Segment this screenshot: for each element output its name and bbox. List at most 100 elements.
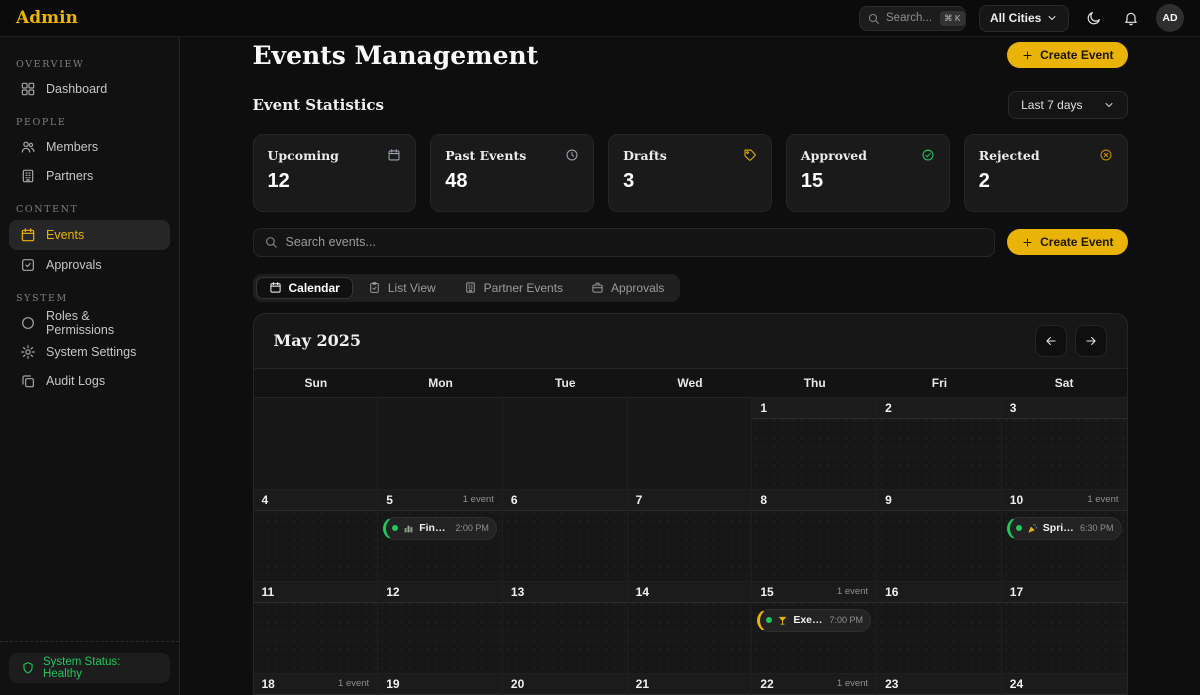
search-icon	[867, 12, 880, 25]
calendar-cell-12[interactable]: 12	[378, 582, 503, 674]
calendar-cell-9[interactable]: 9	[877, 490, 1002, 582]
status-dot-icon	[1016, 525, 1022, 531]
approvals-briefcase-icon	[591, 281, 604, 294]
calendar-cell-1[interactable]: 1	[752, 398, 877, 490]
calendar-cell-header: 15 1 event	[752, 582, 876, 603]
calendar-cell-17[interactable]: 17	[1002, 582, 1127, 674]
brand-logo[interactable]: Admin	[16, 8, 78, 28]
notifications-button[interactable]	[1119, 6, 1143, 30]
calendar-cell-header: 24	[1002, 674, 1127, 695]
sidebar-item-roles-permissions[interactable]: Roles & Permissions	[9, 309, 170, 337]
stat-card-label: Approved	[801, 148, 867, 163]
date-number: 24	[1010, 677, 1023, 691]
event-pill[interactable]: Spring Fas...6:30 PM	[1007, 517, 1122, 540]
calendar-cell-header: 19	[378, 674, 502, 695]
stat-card-label: Rejected	[979, 148, 1040, 163]
calendar-cell-2[interactable]: 2	[877, 398, 1002, 490]
sidebar-item-label: Events	[46, 228, 84, 242]
sidebar-nav: OverviewDashboardPeopleMembersPartnersCo…	[0, 45, 179, 396]
calendar-cell-18[interactable]: 181 eventWellness...9:00 AM	[254, 674, 379, 695]
calendar-cell-23[interactable]: 23	[877, 674, 1002, 695]
calendar-cell-21[interactable]: 21	[628, 674, 753, 695]
calendar-cell-15[interactable]: 15 1 event Executive ...7:00 PM	[752, 582, 877, 674]
calendar-nav	[1035, 325, 1107, 357]
calendar-cell-8[interactable]: 8	[752, 490, 877, 582]
create-event-button[interactable]: Create Event	[1007, 42, 1127, 68]
sidebar-item-partners[interactable]: Partners	[9, 162, 170, 190]
calendar-cell-header: 181 event	[254, 674, 378, 695]
sidebar-item-label: Dashboard	[46, 82, 107, 96]
weekday-header: Sun	[254, 369, 379, 397]
calendar-cell-11[interactable]: 11	[254, 582, 379, 674]
theme-toggle-button[interactable]	[1082, 6, 1106, 30]
topbar: Admin ⌘ K All Cities AD	[0, 0, 1200, 37]
calendar-cell-16[interactable]: 16	[877, 582, 1002, 674]
sidebar-item-members[interactable]: Members	[9, 133, 170, 161]
tab-calendar[interactable]: Calendar	[256, 277, 353, 299]
stat-card-upcoming: Upcoming12	[253, 134, 417, 212]
sidebar-item-dashboard[interactable]: Dashboard	[9, 75, 170, 103]
avatar[interactable]: AD	[1156, 4, 1184, 32]
status-dot-icon	[392, 525, 398, 531]
event-count-label: 1 event	[837, 586, 868, 597]
calendar-cell-7[interactable]: 7	[628, 490, 753, 582]
calendar-cell-5[interactable]: 51 eventFinancial W...2:00 PM	[378, 490, 503, 582]
next-month-button[interactable]	[1075, 325, 1107, 357]
tab-partner-events[interactable]: Partner Events	[451, 277, 576, 299]
calendar-cell-14[interactable]: 14	[628, 582, 753, 674]
event-pill[interactable]: Financial W...2:00 PM	[383, 517, 497, 540]
approvals-check-icon	[20, 257, 36, 273]
calendar-cell-13[interactable]: 13	[503, 582, 628, 674]
date-number: 15	[760, 585, 773, 599]
events-search-input[interactable]	[286, 235, 985, 249]
x-circle-icon	[1099, 148, 1113, 162]
sidebar-section-label: System	[16, 293, 163, 304]
date-number: 2	[885, 401, 892, 415]
city-filter-select[interactable]: All Cities	[979, 5, 1069, 32]
calendar-cell-22[interactable]: 221 eventWine Tasti...6:00 PM	[752, 674, 877, 695]
stat-card-past-events: Past Events48	[430, 134, 594, 212]
settings-gear-icon	[20, 344, 36, 360]
create-event-button-secondary[interactable]: Create Event	[1007, 229, 1127, 255]
date-number: 14	[636, 585, 649, 599]
calendar-cell	[503, 398, 628, 490]
tab-label: Calendar	[289, 281, 340, 295]
event-count-label: 1 event	[338, 678, 369, 689]
date-number: 17	[1010, 585, 1023, 599]
prev-month-button[interactable]	[1035, 325, 1067, 357]
calendar-cell-header: 23	[877, 674, 1001, 695]
sidebar-item-system-settings[interactable]: System Settings	[9, 338, 170, 366]
check-circle-icon	[921, 148, 935, 162]
calendar-cell-19[interactable]: 19	[378, 674, 503, 695]
page-title: Events Management	[253, 42, 539, 71]
date-number: 11	[262, 585, 275, 599]
stat-card-top: Rejected	[979, 148, 1113, 163]
sidebar-item-audit-logs[interactable]: Audit Logs	[9, 367, 170, 395]
global-search[interactable]: ⌘ K	[859, 6, 966, 31]
view-tabs: Calendar List ViewPartner EventsApprovals	[253, 274, 681, 302]
events-search[interactable]	[253, 228, 996, 257]
calendar-cell-24[interactable]: 24	[1002, 674, 1127, 695]
tab-approvals[interactable]: Approvals	[578, 277, 677, 299]
calendar-cell-header: 101 event	[1002, 490, 1127, 511]
calendar-cell-header: 14	[628, 582, 752, 603]
topbar-actions: ⌘ K All Cities AD	[859, 4, 1184, 32]
sidebar-item-events[interactable]: Events	[9, 220, 170, 250]
global-search-input[interactable]	[886, 12, 934, 24]
tab-list-view[interactable]: List View	[355, 277, 449, 299]
event-pill[interactable]: Executive ...7:00 PM	[757, 609, 871, 632]
calendar-cell-4[interactable]: 4	[254, 490, 379, 582]
system-status-badge: System Status: Healthy	[9, 653, 170, 683]
sidebar-section-label: Content	[16, 204, 163, 215]
calendar-cell-10[interactable]: 101 event Spring Fas...6:30 PM	[1002, 490, 1127, 582]
calendar-cell-20[interactable]: 20	[503, 674, 628, 695]
calendar-cell-header: 13	[503, 582, 627, 603]
calendar-cell-3[interactable]: 3	[1002, 398, 1127, 490]
sidebar-item-label: Partners	[46, 169, 93, 183]
sidebar-item-approvals[interactable]: Approvals	[9, 251, 170, 279]
event-title: Spring Fas...	[1043, 522, 1075, 534]
sidebar-item-label: System Settings	[46, 345, 136, 359]
calendar-cell-6[interactable]: 6	[503, 490, 628, 582]
date-range-select[interactable]: Last 7 days	[1008, 91, 1127, 119]
arrow-right-icon	[1084, 334, 1098, 348]
